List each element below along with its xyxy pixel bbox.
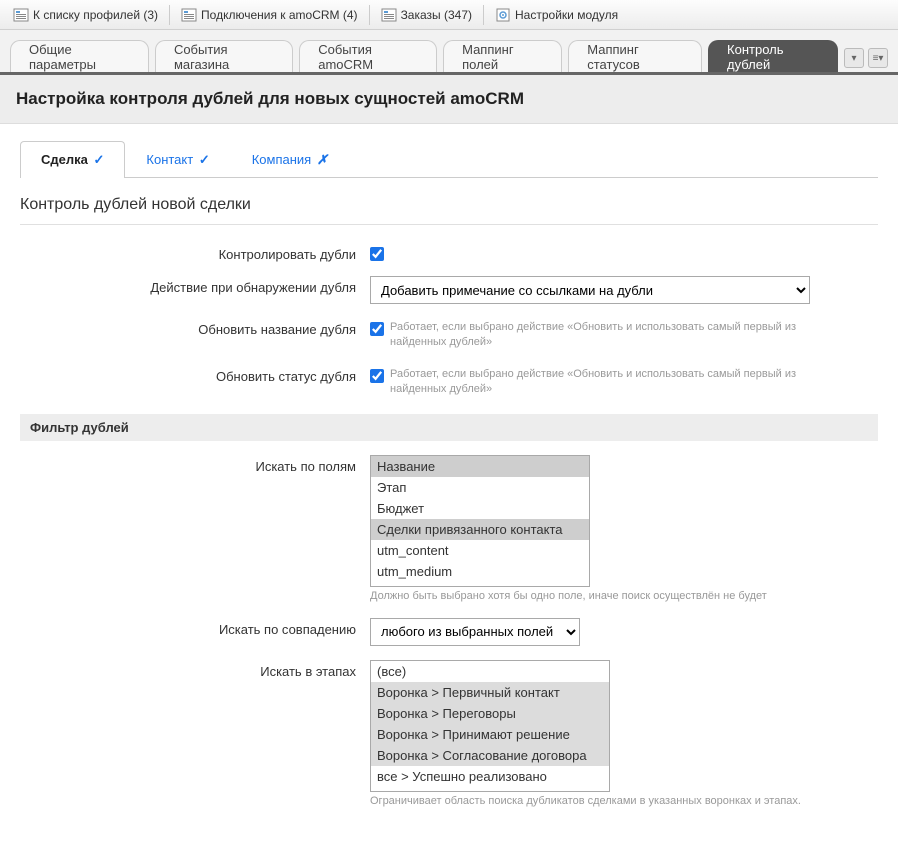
checkbox-update-name[interactable] [370,322,384,336]
gear-icon [495,7,511,23]
profiles-button[interactable]: К списку профилей (3) [6,3,165,27]
field-option[interactable]: utm_medium [371,561,589,582]
select-action[interactable]: Добавить примечание со ссылками на дубли [370,276,810,304]
tab-shop-events[interactable]: События магазина [155,40,293,72]
row-update-name: Обновить название дубля Работает, если в… [20,318,878,351]
hint-update-status: Работает, если выбрано действие «Обновит… [390,367,830,398]
settings-button[interactable]: Настройки модуля [488,3,625,27]
field-option[interactable]: Название [371,456,589,477]
label-stages: Искать в этапах [20,660,370,679]
field-option[interactable]: Бюджет [371,498,589,519]
separator [369,5,370,25]
tab-general[interactable]: Общие параметры [10,40,149,72]
page-header: Настройка контроля дублей для новых сущн… [0,75,898,124]
stage-option[interactable]: все > Успешно реализовано [371,766,609,787]
inner-tabs: Сделка ✓ Контакт ✓ Компания ✗ [20,140,878,178]
page-title: Настройка контроля дублей для новых сущн… [16,89,882,109]
stage-option[interactable]: Воронка > Переговоры [371,703,609,724]
stage-option[interactable]: Воронка > Согласование договора [371,745,609,766]
section-title: Контроль дублей новой сделки [20,196,878,214]
multiselect-fields[interactable]: НазваниеЭтапБюджетСделки привязанного ко… [370,455,590,587]
separator [169,5,170,25]
field-option[interactable]: Сделки привязанного контакта [371,519,589,540]
hint-update-name: Работает, если выбрано действие «Обновит… [390,320,830,351]
separator [483,5,484,25]
inner-tab-deal[interactable]: Сделка ✓ [20,141,125,178]
tab-duplicates[interactable]: Контроль дублей [708,40,838,72]
menu-button[interactable]: ≡▾ [868,48,888,68]
row-stages: Искать в этапах (все)Воронка > Первичный… [20,660,878,809]
field-option[interactable]: Этап [371,477,589,498]
profiles-label: К списку профилей (3) [33,8,158,22]
row-action: Действие при обнаружении дубля Добавить … [20,276,878,304]
tab-toolbar-right: ▾ ≡▾ [844,48,888,72]
inner-tab-company[interactable]: Компания ✗ [231,141,349,178]
label-match: Искать по совпадению [20,618,370,637]
label-control: Контролировать дубли [20,243,370,262]
hint-fields: Должно быть выбрано хотя бы одно поле, и… [370,589,767,604]
select-match[interactable]: любого из выбранных полей [370,618,580,646]
list-icon [13,7,29,23]
list-icon [381,7,397,23]
connections-label: Подключения к amoCRM (4) [201,8,358,22]
label-fields: Искать по полям [20,455,370,474]
outer-tabs-bar: Общие параметры События магазина События… [0,30,898,75]
chevron-down-icon: ▾ [851,53,856,64]
settings-label: Настройки модуля [515,8,618,22]
field-option[interactable]: utm_content [371,540,589,561]
row-fields: Искать по полям НазваниеЭтапБюджетСделки… [20,455,878,604]
checkbox-control[interactable] [370,247,384,261]
x-icon: ✗ [313,152,328,167]
filter-header: Фильтр дублей [20,414,878,441]
content: Сделка ✓ Контакт ✓ Компания ✗ Контроль д… [0,124,898,839]
inner-tab-contact[interactable]: Контакт ✓ [125,141,230,178]
label-update-name: Обновить название дубля [20,318,370,337]
checkbox-update-status[interactable] [370,369,384,383]
row-update-status: Обновить статус дубля Работает, если выб… [20,365,878,398]
stage-option[interactable]: Воронка > Первичный контакт [371,682,609,703]
connections-button[interactable]: Подключения к amoCRM (4) [174,3,365,27]
check-icon: ✓ [195,152,210,167]
hint-stages: Ограничивает область поиска дубликатов с… [370,794,801,809]
multiselect-stages[interactable]: (все)Воронка > Первичный контактВоронка … [370,660,610,792]
stage-option[interactable]: (все) [371,661,609,682]
stage-option[interactable]: Воронка > Принимают решение [371,724,609,745]
divider [20,224,878,225]
dropdown-button[interactable]: ▾ [844,48,864,68]
check-icon: ✓ [90,152,105,167]
label-action: Действие при обнаружении дубля [20,276,370,295]
top-toolbar: К списку профилей (3) Подключения к amoC… [0,0,898,30]
tab-amocrm-events[interactable]: События amoCRM [299,40,437,72]
label-update-status: Обновить статус дубля [20,365,370,384]
orders-label: Заказы (347) [401,8,472,22]
list-icon [181,7,197,23]
row-control: Контролировать дубли [20,243,878,262]
tab-field-mapping[interactable]: Маппинг полей [443,40,562,72]
tab-status-mapping[interactable]: Маппинг статусов [568,40,702,72]
orders-button[interactable]: Заказы (347) [374,3,479,27]
row-match: Искать по совпадению любого из выбранных… [20,618,878,646]
menu-icon: ≡▾ [873,53,884,64]
